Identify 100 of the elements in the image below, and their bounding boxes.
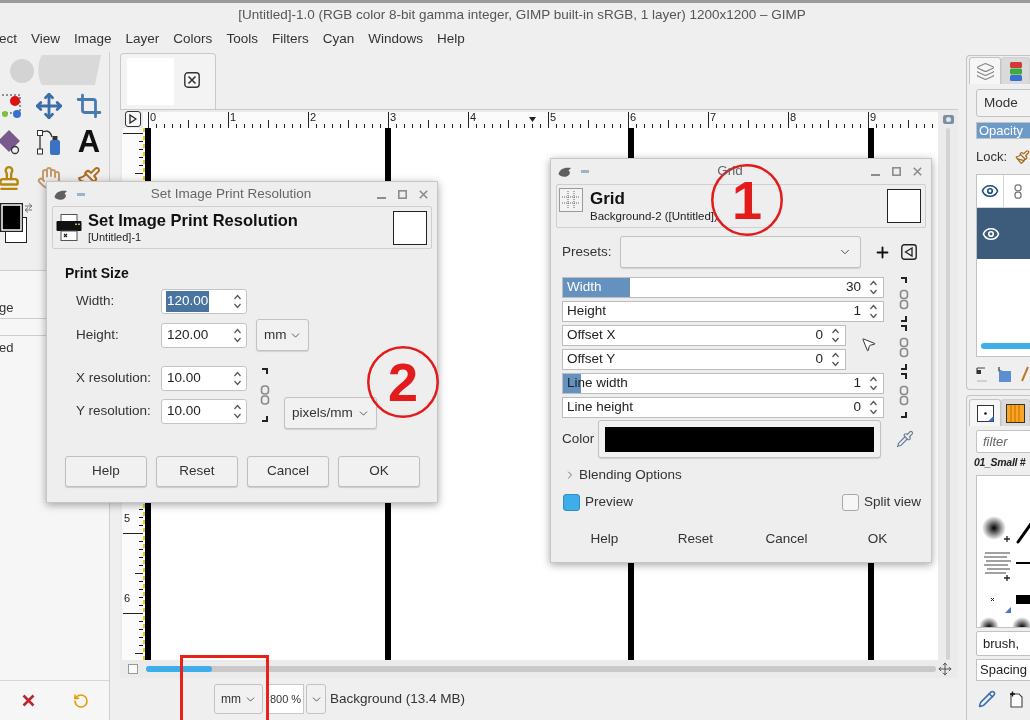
foreground-select-icon[interactable] bbox=[0, 93, 22, 119]
slider-value: 0 bbox=[815, 326, 823, 345]
layer-group-icon[interactable] bbox=[998, 366, 1011, 382]
text-tool-glyph[interactable]: A bbox=[77, 127, 101, 157]
mode-dropdown[interactable]: Mode bbox=[976, 89, 1030, 117]
crop-icon[interactable] bbox=[76, 93, 102, 119]
zoom-field[interactable]: 800 % bbox=[267, 684, 304, 714]
dialog-button[interactable]: Reset bbox=[156, 456, 238, 487]
pointer-marker-icon bbox=[529, 117, 536, 122]
spin-scale-field[interactable]: Width 30 bbox=[562, 277, 884, 298]
expander-label[interactable]: Blending Options bbox=[579, 464, 682, 486]
color-swatches-icon[interactable] bbox=[0, 203, 34, 243]
horizontal-scrollbar[interactable] bbox=[981, 343, 1030, 349]
slider-value: 0 bbox=[815, 350, 823, 369]
dialog-button[interactable]: Help bbox=[65, 456, 147, 487]
unit-dropdown[interactable]: mm bbox=[214, 684, 263, 714]
dock-tab[interactable] bbox=[969, 399, 1002, 426]
navigate-icon[interactable] bbox=[938, 662, 952, 676]
menu-item[interactable]: Image bbox=[74, 29, 112, 50]
pen-nodes-icon[interactable] bbox=[36, 128, 62, 156]
chain-icon[interactable] bbox=[898, 325, 910, 370]
menu-item[interactable]: Colors bbox=[173, 29, 213, 50]
pencil-icon[interactable] bbox=[978, 690, 996, 708]
dock-tab[interactable] bbox=[1001, 399, 1030, 426]
checkbox-label[interactable]: Split view bbox=[863, 491, 921, 513]
channels-icon[interactable] bbox=[1009, 61, 1022, 81]
eyedropper-icon[interactable] bbox=[896, 430, 914, 448]
spin-scale-field[interactable]: Offset X 0 bbox=[562, 325, 846, 346]
triangle-icon[interactable] bbox=[128, 114, 137, 124]
app-icon[interactable] bbox=[558, 166, 572, 177]
delete-x-icon[interactable] bbox=[22, 694, 35, 707]
ruler-menu-button[interactable] bbox=[124, 111, 141, 127]
diamond-icon[interactable] bbox=[0, 129, 21, 155]
layer-info: Background (13.4 MB) bbox=[330, 689, 466, 708]
color-button[interactable] bbox=[598, 420, 881, 458]
dialog-button[interactable]: Reset bbox=[650, 526, 741, 552]
dialog-button[interactable]: OK bbox=[832, 526, 923, 552]
maximize-icon[interactable] bbox=[398, 189, 407, 199]
chain-icon[interactable] bbox=[898, 373, 910, 418]
window-title: [Untitled]-1.0 (RGB color 8-bit gamma integer, GIMP built-in sRGB, 1 layer) 1200x1200 – GIMP bbox=[238, 5, 806, 24]
dialog-title: Set Image Print Resolution bbox=[150, 184, 312, 203]
move-icon[interactable] bbox=[35, 92, 63, 120]
printer-icon bbox=[56, 214, 82, 241]
spin-scale-field[interactable]: Offset Y 0 bbox=[562, 349, 846, 370]
horizontal-scrollbar[interactable] bbox=[146, 666, 936, 672]
panel-item[interactable]: ed bbox=[0, 338, 14, 358]
quick-mask-icon[interactable] bbox=[127, 664, 138, 674]
spin-field[interactable]: 10.00 bbox=[161, 399, 247, 424]
zoom-fit-icon[interactable] bbox=[942, 114, 954, 124]
pattern-icon[interactable] bbox=[1006, 403, 1026, 423]
new-layer-icon[interactable] bbox=[976, 366, 988, 382]
dialog-button[interactable]: OK bbox=[338, 456, 420, 487]
unit-dropdown[interactable]: mm bbox=[256, 319, 309, 351]
chain-link-icon[interactable] bbox=[259, 368, 271, 422]
close-icon[interactable] bbox=[184, 71, 200, 88]
pencil-icon[interactable] bbox=[1021, 366, 1029, 382]
menu-item[interactable]: ect bbox=[0, 29, 17, 50]
dialog-heading: Set Image Print Resolution bbox=[88, 211, 298, 230]
spin-field[interactable]: 120.00 bbox=[161, 323, 247, 348]
spin-field[interactable]: 10.00 bbox=[161, 366, 247, 391]
presets-label: Presets: bbox=[562, 242, 613, 261]
menu-item[interactable]: Tools bbox=[226, 29, 258, 50]
menu-item[interactable]: Windows bbox=[368, 29, 423, 50]
ruler-label: 9 bbox=[869, 112, 877, 123]
chain-icon[interactable] bbox=[898, 277, 910, 322]
new-document-icon[interactable] bbox=[1009, 690, 1023, 708]
stamp-icon[interactable] bbox=[0, 165, 22, 191]
spin-field[interactable]: 120.00 bbox=[161, 289, 247, 314]
annotation-circle bbox=[367, 346, 439, 418]
paintbrush-icon[interactable] bbox=[1015, 149, 1030, 165]
menu-item[interactable]: Cyan bbox=[322, 29, 355, 50]
menu-item[interactable]: View bbox=[31, 29, 61, 50]
checkbox[interactable] bbox=[841, 493, 859, 511]
tag-field[interactable]: brush, bbox=[976, 631, 1030, 656]
ruler-label: 5 bbox=[124, 512, 131, 524]
toolbox-logo-icon bbox=[9, 54, 101, 86]
minimize-icon[interactable] bbox=[377, 196, 386, 199]
panel-item[interactable]: ge bbox=[0, 297, 14, 318]
eye-icon[interactable] bbox=[981, 182, 999, 200]
filter-field[interactable]: filter bbox=[976, 430, 1030, 453]
menu-item[interactable]: Layer bbox=[125, 29, 160, 50]
menu-item[interactable]: Filters bbox=[271, 29, 309, 50]
ruler-label: 1 bbox=[229, 112, 237, 123]
menu-item[interactable]: Help bbox=[436, 29, 465, 50]
checkbox-label[interactable]: Preview bbox=[585, 491, 633, 513]
layer-row[interactable] bbox=[977, 208, 1030, 259]
spacing-field[interactable]: Spacing bbox=[976, 659, 1030, 681]
dialog-button[interactable]: Help bbox=[559, 526, 650, 552]
dialog-button[interactable]: Cancel bbox=[741, 526, 832, 552]
app-icon[interactable] bbox=[54, 188, 68, 200]
maximize-icon[interactable] bbox=[892, 167, 901, 176]
layers-icon[interactable] bbox=[975, 61, 995, 81]
spin-scale-field[interactable]: Line height 0 bbox=[562, 397, 884, 418]
ruler-label: 6 bbox=[629, 112, 637, 123]
ruler-label: 0 bbox=[149, 112, 157, 123]
dialog-button[interactable]: Cancel bbox=[247, 456, 329, 487]
checkbox[interactable] bbox=[563, 493, 580, 511]
slider-value: 0 bbox=[853, 398, 861, 417]
spin-scale-field[interactable]: Height 1 bbox=[562, 301, 884, 322]
unit-dropdown[interactable]: pixels/mm bbox=[284, 397, 377, 429]
